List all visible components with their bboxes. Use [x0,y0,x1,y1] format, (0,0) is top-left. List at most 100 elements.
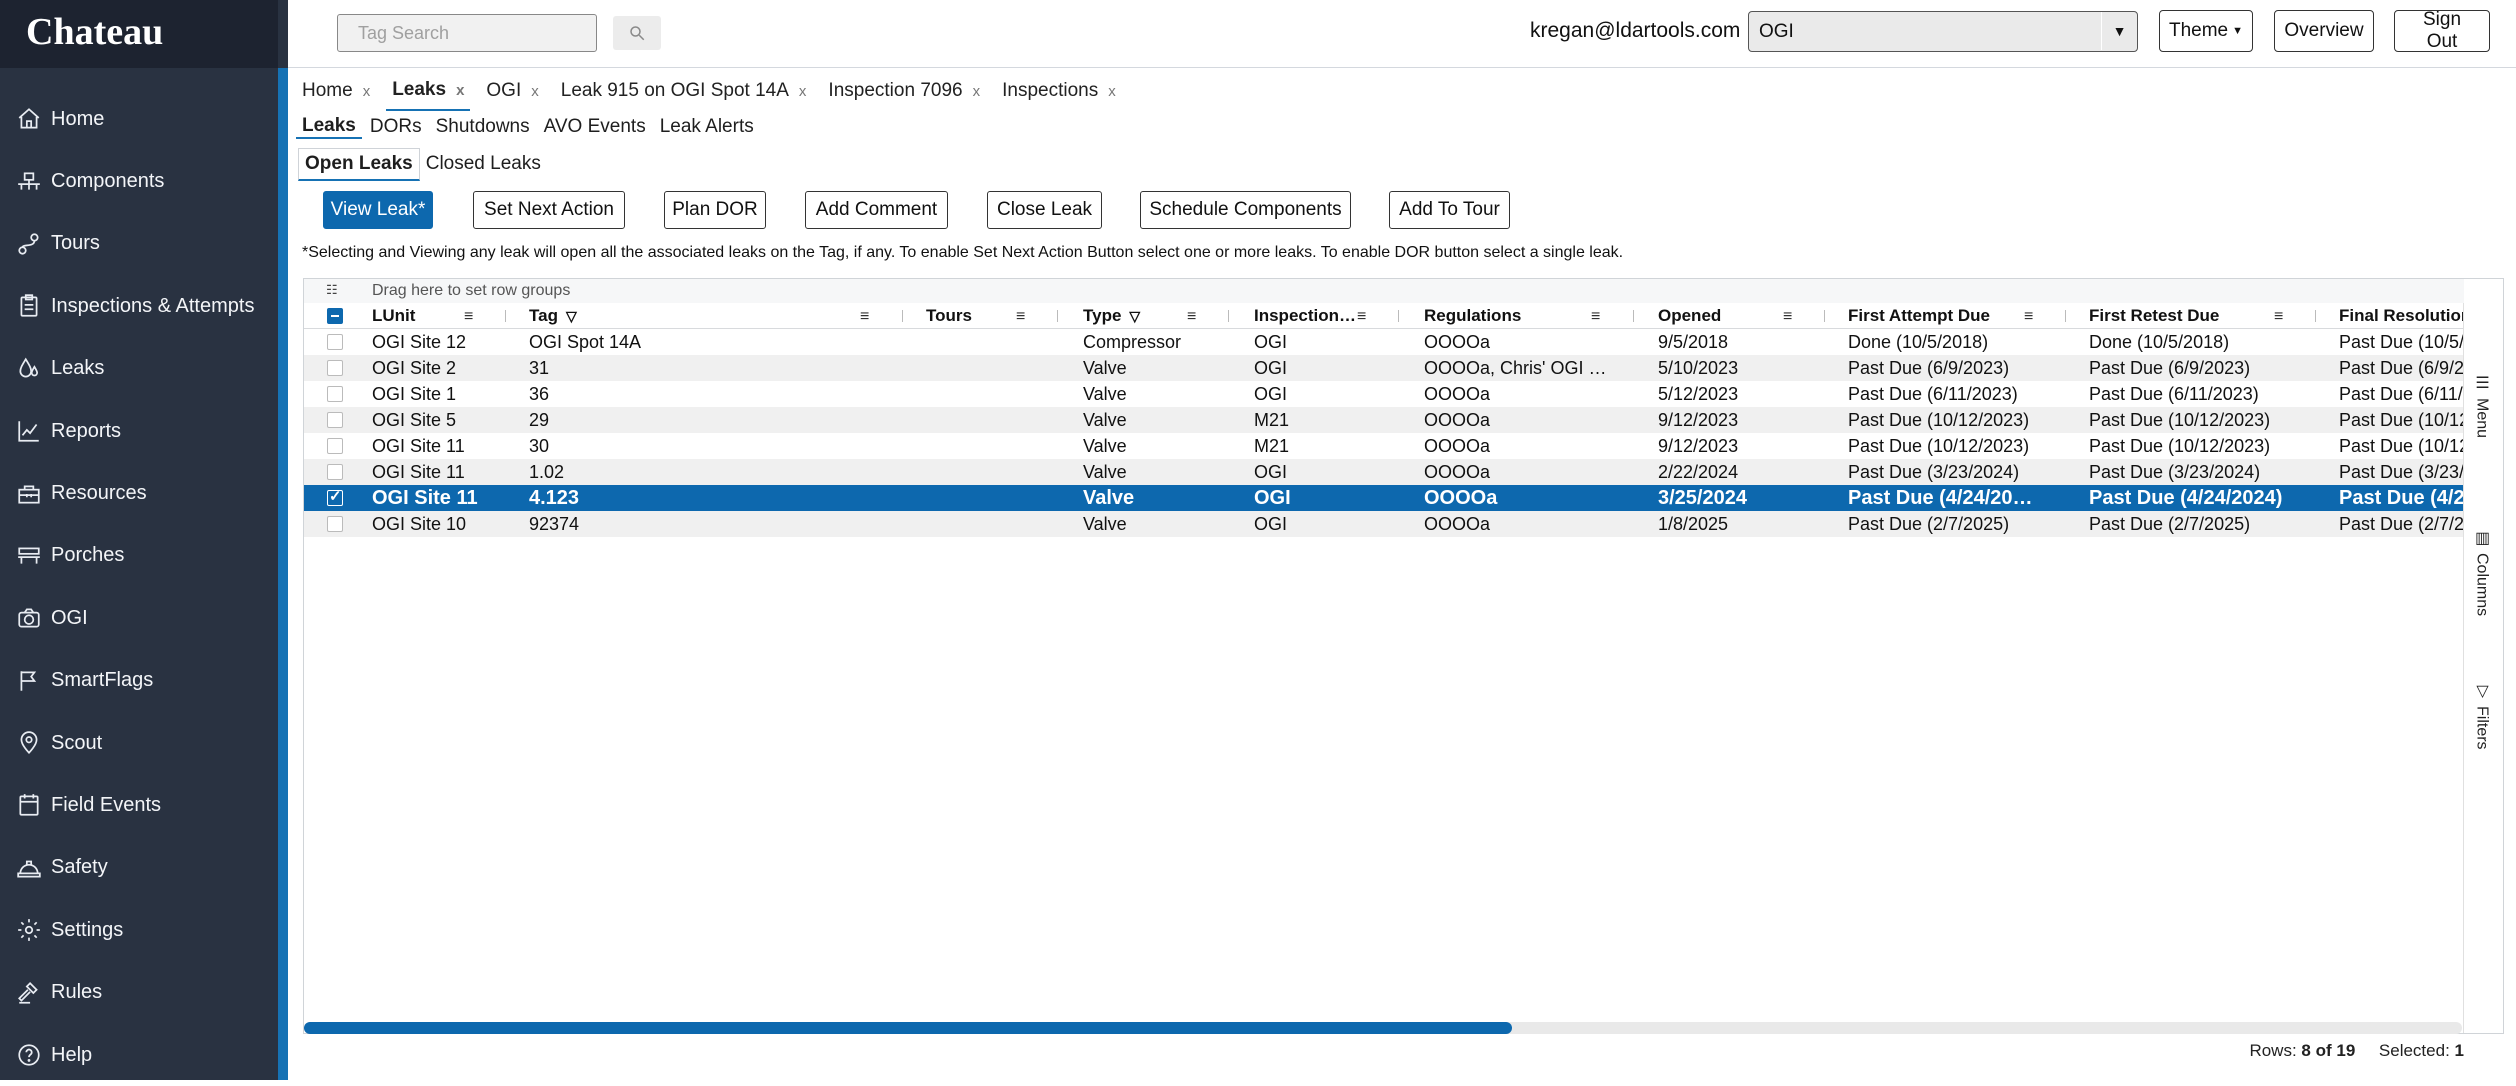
sidebar-item-tours[interactable]: Tours [0,213,278,275]
column-resize-handle[interactable] [1057,310,1058,322]
col-header-first-retest-due[interactable]: First Retest Due [2089,303,2259,329]
row-checkbox[interactable] [327,412,343,428]
column-menu-icon[interactable]: ≡ [1357,308,1366,326]
sidebar-item-ogi[interactable]: OGI [0,587,278,649]
sidebar-item-settings[interactable]: Settings [0,899,278,961]
column-menu-icon[interactable]: ≡ [2274,308,2283,326]
col-header-type[interactable]: Type ▽ [1083,303,1173,329]
close-icon[interactable]: x [456,82,464,99]
close-icon[interactable]: x [1108,83,1116,100]
schedule-components-button[interactable]: Schedule Components [1140,191,1351,229]
tab-ogi[interactable]: OGI x [480,71,544,111]
col-header-opened[interactable]: Opened [1658,303,1768,329]
col-header-regulations[interactable]: Regulations [1424,303,1574,329]
sidebar-item-help[interactable]: Help [0,1024,278,1086]
tab-leak-915[interactable]: Leak 915 on OGI Spot 14A x [555,71,813,111]
col-header-tag[interactable]: Tag ▽ [529,303,609,329]
column-resize-handle[interactable] [902,310,903,322]
col-header-first-attempt-due[interactable]: First Attempt Due [1848,303,2028,329]
column-menu-icon[interactable]: ≡ [1783,308,1792,326]
col-header-lunit[interactable]: LUnit [372,303,452,329]
side-tab-menu[interactable]: ☰ Menu [2472,373,2491,438]
sidebar-item-safety[interactable]: Safety [0,837,278,899]
close-icon[interactable]: x [531,83,539,100]
row-checkbox[interactable] [327,334,343,350]
column-resize-handle[interactable] [1398,310,1399,322]
theme-button[interactable]: Theme ▼ [2159,10,2253,52]
close-icon[interactable]: x [799,83,807,100]
column-menu-icon[interactable]: ≡ [464,308,473,326]
row-checkbox-checked[interactable] [327,487,343,506]
subtab-leaks[interactable]: Leaks [296,115,362,139]
col-header-inspection[interactable]: Inspection… [1254,303,1360,329]
tab-inspection-7096[interactable]: Inspection 7096 x [822,71,986,111]
column-resize-handle[interactable] [2315,310,2316,322]
column-menu-icon[interactable]: ≡ [1187,308,1196,326]
table-row[interactable]: OGI Site 10 92374 Valve OGI OOOOa 1/8/2025 Pas… [304,511,2464,537]
side-tab-columns[interactable]: ▥ Columns [2472,528,2491,616]
row-checkbox[interactable] [327,360,343,376]
column-menu-icon[interactable]: ≡ [1016,308,1025,326]
sidebar-item-leaks[interactable]: Leaks [0,338,278,400]
overview-button[interactable]: Overview [2274,10,2374,52]
sidebar-item-reports[interactable]: Reports [0,400,278,462]
sidebar-item-smartflags[interactable]: SmartFlags [0,650,278,712]
tab-inspections[interactable]: Inspections x [996,71,1122,111]
scrollbar-thumb[interactable] [304,1022,1513,1034]
brand-logo[interactable]: Chateau [0,0,278,68]
table-row[interactable]: OGI Site 12 OGI Spot 14A Compressor OGI OOOO… [304,329,2464,355]
sidebar-item-porches[interactable]: Porches [0,525,278,587]
tab-leaks[interactable]: Leaks x [386,71,471,111]
table-row[interactable]: OGI Site 5 29 Valve M21 OOOOa 9/12/2023 Past D… [304,407,2464,433]
horizontal-scrollbar[interactable] [304,1022,2462,1034]
tab-closed-leaks[interactable]: Closed Leaks [420,149,547,179]
column-menu-icon[interactable]: ≡ [860,308,869,326]
table-row-selected[interactable]: OGI Site 114.123ValveOGIOOOOa3/25/2024Pa… [304,485,2464,511]
sidebar-item-components[interactable]: Components [0,150,278,212]
subtab-leak-alerts[interactable]: Leak Alerts [654,116,760,138]
row-group-drop-zone[interactable]: ☷ Drag here to set row groups [304,279,2464,303]
table-row[interactable]: OGI Site 2 31 Valve OGI OOOOa, Chris' OGI … 5… [304,355,2464,381]
table-row[interactable]: OGI Site 11 1.02 Valve OGI OOOOa 2/22/2024 Pas… [304,459,2464,485]
column-resize-handle[interactable] [1228,310,1229,322]
column-resize-handle[interactable] [1824,310,1825,322]
subtab-dors[interactable]: DORs [364,116,428,138]
row-checkbox[interactable] [327,386,343,402]
sidebar-item-field-events[interactable]: Field Events [0,774,278,836]
table-row[interactable]: OGI Site 1 36 Valve OGI OOOOa 5/12/2023 Past D… [304,381,2464,407]
tag-search-input[interactable] [337,14,597,52]
col-header-final-resolution[interactable]: Final Resolution [2339,303,2464,329]
table-row[interactable]: OGI Site 11 30 Valve M21 OOOOa 9/12/2023 Past … [304,433,2464,459]
sidebar-item-resources[interactable]: Resources [0,462,278,524]
close-icon[interactable]: x [363,83,371,100]
column-menu-icon[interactable]: ≡ [2024,308,2033,326]
close-leak-button[interactable]: Close Leak [987,191,1102,229]
sign-out-button[interactable]: Sign Out [2394,9,2490,52]
side-tab-filters[interactable]: ▽ Filters [2472,681,2491,750]
sidebar-item-scout[interactable]: Scout [0,712,278,774]
row-checkbox[interactable] [327,438,343,454]
sidebar-item-home[interactable]: Home [0,88,278,150]
select-all-checkbox[interactable] [327,308,343,324]
sidebar-item-rules[interactable]: Rules [0,961,278,1023]
sidebar-item-inspections[interactable]: Inspections & Attempts [0,275,278,337]
subtab-shutdowns[interactable]: Shutdowns [430,116,536,138]
add-to-tour-button[interactable]: Add To Tour [1389,191,1510,229]
search-button[interactable] [613,16,661,50]
col-header-tours[interactable]: Tours [926,303,1006,329]
plan-dor-button[interactable]: Plan DOR [664,191,766,229]
set-next-action-button[interactable]: Set Next Action [473,191,625,229]
subtab-avo-events[interactable]: AVO Events [538,116,652,138]
add-comment-button[interactable]: Add Comment [805,191,948,229]
close-icon[interactable]: x [973,83,981,100]
column-menu-icon[interactable]: ≡ [1591,308,1600,326]
row-checkbox[interactable] [327,516,343,532]
tab-home[interactable]: Home x [296,71,376,111]
column-resize-handle[interactable] [2065,310,2066,322]
column-resize-handle[interactable] [505,310,506,322]
tab-open-leaks[interactable]: Open Leaks [298,147,420,181]
row-checkbox[interactable] [327,464,343,480]
column-resize-handle[interactable] [1633,310,1634,322]
org-select[interactable]: OGI ▼ [1748,11,2138,52]
view-leak-button[interactable]: View Leak* [323,191,433,229]
